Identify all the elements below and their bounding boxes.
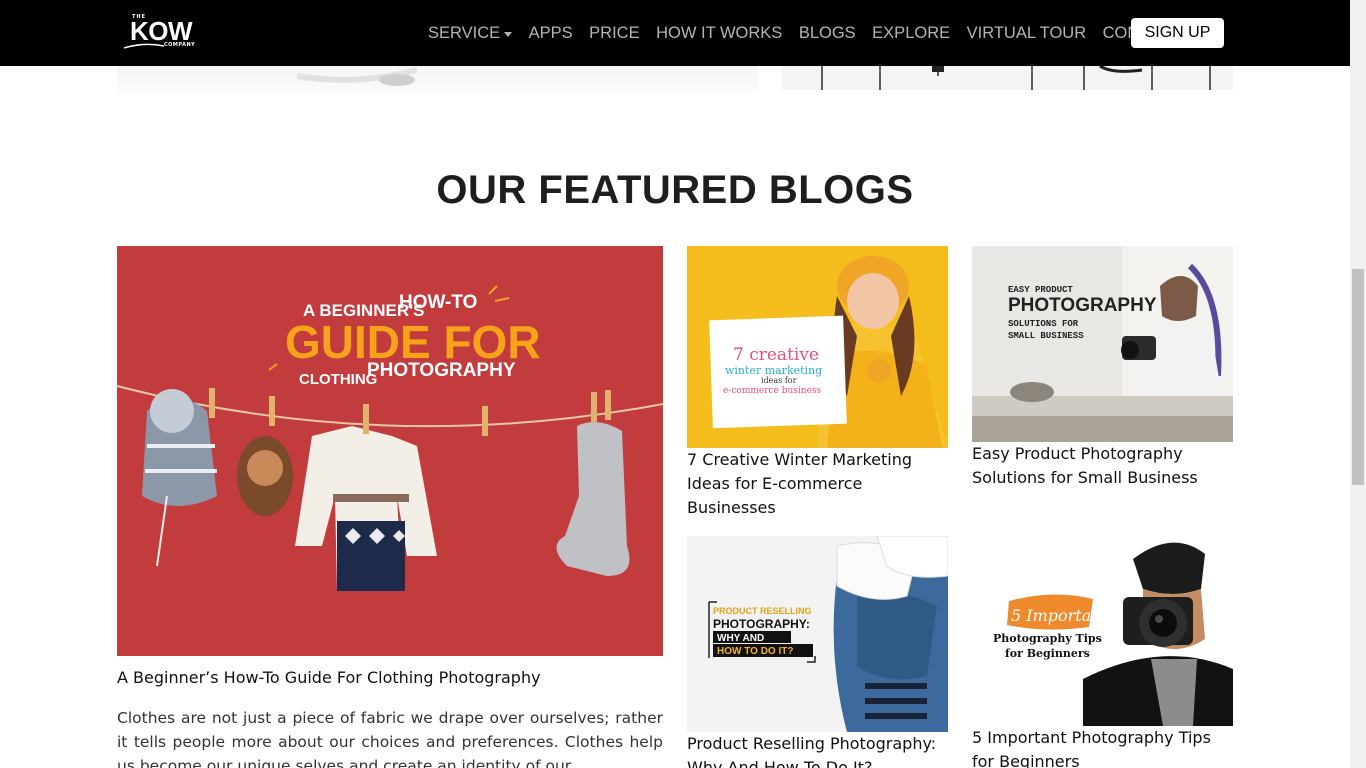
nav-how-it-works[interactable]: HOW IT WORKS [656,24,782,43]
chevron-down-icon [504,31,513,37]
blog-image-reselling[interactable]: PRODUCT RESELLING PHOTOGRAPHY: WHY AND H… [687,536,948,732]
navbar: THE KOW COMPANY SERVICE APPS PRICE HOW I… [0,0,1350,66]
tips-image-text-b: Photography Tips [993,632,1102,645]
tips-image-text-c: for Beginners [1005,647,1090,660]
blog-title-product-photography[interactable]: Easy Product Photography Solutions for S… [972,442,1233,490]
featured-blog-image[interactable]: A BEGINNER'S HOW-TO GUIDE FOR CLOTHING P… [117,246,663,656]
winter-girl-illustration: 7 creative winter marketing ideas for e-… [709,256,948,448]
logo-swoosh-icon [124,43,164,49]
featured-image-text-1b: HOW-TO [399,292,477,313]
clothing-photo-illustration: A BEGINNER'S HOW-TO GUIDE FOR CLOTHING P… [117,285,663,591]
reselling-image-text-b: PHOTOGRAPHY: [713,617,810,631]
photographer-woman-illustration: EASY PRODUCT PHOTOGRAPHY SOLUTIONS FOR S… [972,246,1233,442]
featured-blog-excerpt: Clothes are not just a piece of fabric w… [117,709,663,768]
nav-apps[interactable]: APPS [529,24,573,43]
blog-image-winter-marketing[interactable]: 7 creative winter marketing ideas for e-… [687,246,948,448]
shelf-graphic [821,66,1211,90]
nav-price[interactable]: PRICE [589,24,639,43]
nav-service[interactable]: SERVICE [428,23,513,43]
reselling-image-text-a: PRODUCT RESELLING [713,606,812,616]
photographer-man-illustration: 5 Important Photography Tips for Beginne… [993,542,1233,726]
reselling-image-text-c: WHY AND [717,633,764,644]
blog-title-reselling[interactable]: Product Reselling Photography: Why And H… [687,732,942,768]
product-image-text-a: EASY PRODUCT [1008,285,1073,295]
brand-logo[interactable]: THE KOW COMPANY [124,14,214,50]
nav-explore[interactable]: EXPLORE [872,24,950,43]
featured-blog-title[interactable]: A Beginner’s How-To Guide For Clothing P… [117,666,663,690]
product-image-text-d: SMALL BUSINESS [1008,331,1084,341]
previous-section-image-right [782,66,1233,90]
signup-button[interactable]: SIGN UP [1131,18,1224,48]
blog-title-winter-marketing[interactable]: 7 Creative Winter Marketing Ideas for E-… [687,448,942,520]
nav-virtual-tour[interactable]: VIRTUAL TOUR [967,24,1087,43]
featured-image-text-3b: PHOTOGRAPHY [367,360,516,381]
jeans-sneakers-illustration: PRODUCT RESELLING PHOTOGRAPHY: WHY AND H… [708,536,948,732]
tips-image-text-a: 5 Important [1011,606,1109,625]
winter-image-text-d: e-commerce business [723,386,822,396]
blog-title-photography-tips[interactable]: 5 Important Photography Tips for Beginne… [972,726,1233,768]
winter-image-text-c: ideas for [761,376,797,385]
main-nav: SERVICE APPS PRICE HOW IT WORKS BLOGS EX… [428,22,1198,44]
logo-company: COMPANY [164,42,196,48]
scrollbar-thumb[interactable] [1352,269,1364,485]
reselling-image-text-d: HOW TO DO IT? [717,646,793,657]
blog-image-photography-tips[interactable]: 5 Important Photography Tips for Beginne… [983,529,1233,726]
blog-image-product-photography[interactable]: EASY PRODUCT PHOTOGRAPHY SOLUTIONS FOR S… [972,246,1233,442]
winter-image-text-a: 7 creative [733,345,819,365]
previous-section-image-left [117,66,758,92]
nav-service-label: SERVICE [428,23,501,42]
featured-image-text-3: CLOTHING [299,371,377,388]
shadow-graphic [296,67,418,86]
product-image-text-b: PHOTOGRAPHY [1008,295,1157,316]
section-title: OUR FEATURED BLOGS [436,168,914,212]
nav-blogs[interactable]: BLOGS [799,24,856,43]
product-image-text-c: SOLUTIONS FOR [1008,319,1079,329]
